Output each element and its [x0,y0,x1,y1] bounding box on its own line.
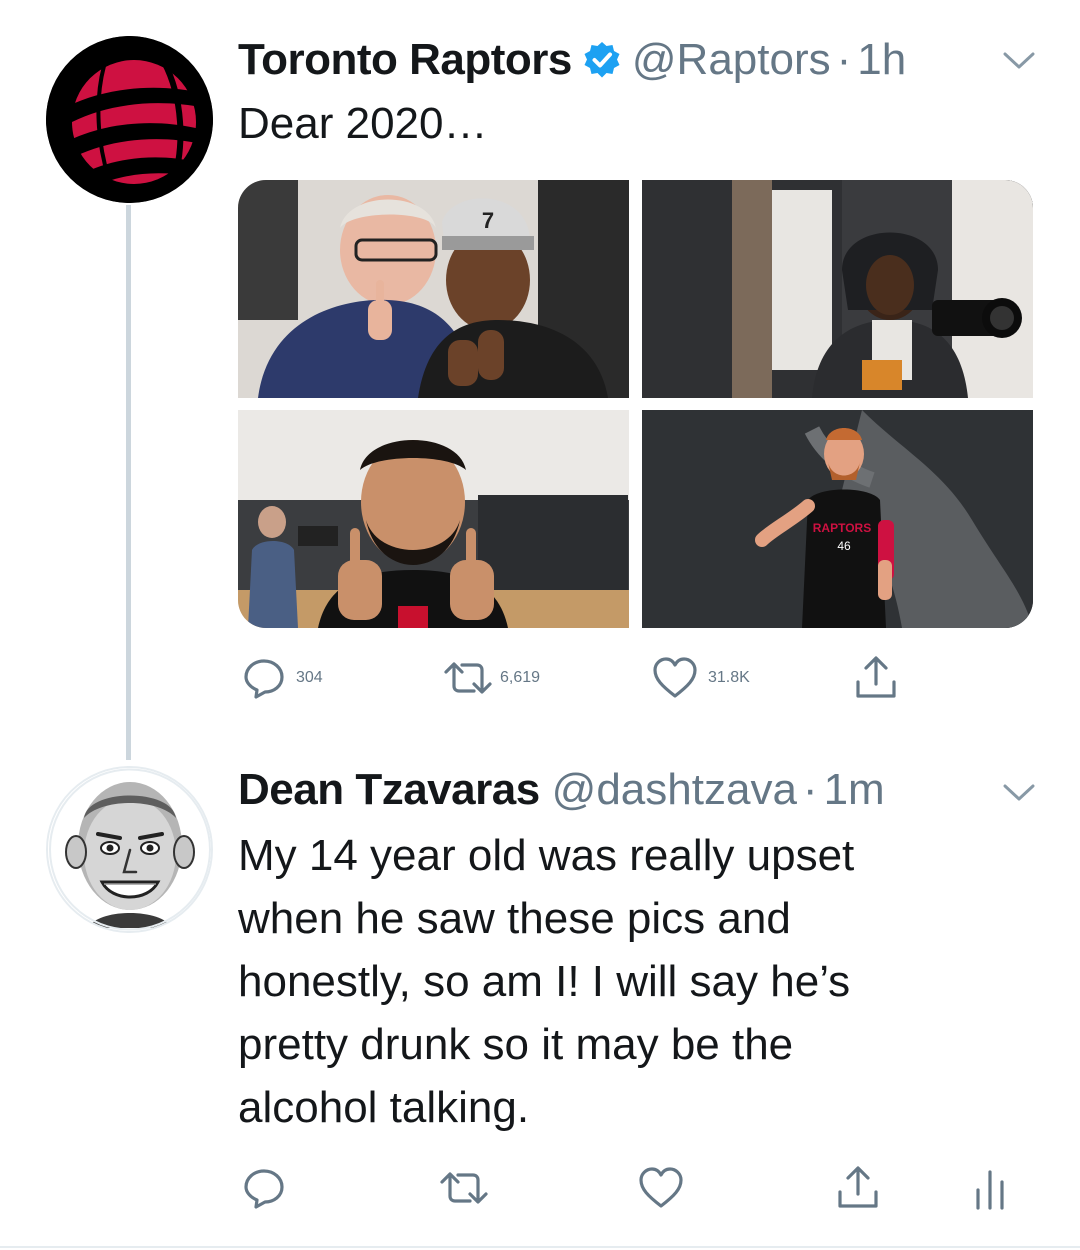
analytics-button[interactable] [970,1166,1010,1210]
caricature-avatar-icon [48,768,211,931]
reply-icon [244,1169,284,1209]
retweet-button[interactable] [436,1166,492,1210]
tweet-text-line: My 14 year old was really upset [238,831,855,880]
photo-3[interactable] [238,410,629,628]
reply-button[interactable] [242,1166,286,1210]
like-button[interactable]: 31.8K [652,656,750,700]
chevron-down-icon[interactable] [1002,782,1036,804]
like-button[interactable] [638,1166,684,1210]
reply-count: 304 [296,669,323,686]
separator-dot: · [836,35,852,84]
divider [0,1246,1080,1248]
tweet-header: Toronto Raptors @Raptors · 1h [238,30,906,90]
display-name[interactable]: Toronto Raptors [238,30,572,90]
timestamp[interactable]: 1h [857,30,906,90]
dean-avatar[interactable] [46,766,213,933]
display-name[interactable]: Dean Tzavaras [238,760,540,820]
heart-icon [653,657,697,698]
thread-connector-line [126,205,131,760]
tweet-text-line: pretty drunk so it may be the [238,1020,794,1069]
photo-3-scene [238,410,629,628]
retweet-count: 6,619 [500,669,541,686]
heart-icon [639,1167,683,1208]
like-count: 31.8K [708,669,750,686]
tweet-text: My 14 year old was really upset when he … [238,824,998,1139]
tweet-header: Dean Tzavaras @dashtzava · 1m [238,760,885,820]
photo-1[interactable]: 7 [238,180,629,398]
tweet-text: Dear 2020… [238,99,488,148]
retweet-button[interactable]: 6,619 [440,656,540,700]
svg-text:7: 7 [482,208,494,233]
share-button[interactable] [834,1164,882,1212]
photo-2-scene [642,180,1033,398]
media-grid: 7 RAPTORS 46 [238,180,1033,628]
analytics-icon [976,1170,1004,1210]
photo-4-scene: RAPTORS 46 [642,410,1033,628]
share-icon [856,656,896,698]
raptors-avatar[interactable] [46,36,213,203]
share-button[interactable] [852,654,900,702]
photo-1-scene: 7 [238,180,629,398]
user-handle[interactable]: @dashtzava [552,760,797,820]
reply-icon [244,659,284,699]
tweet-text-line: when he saw these pics and [238,894,791,943]
verified-badge-icon [582,36,622,78]
tweet-text-line: honestly, so am I! I will say he’s [238,957,851,1006]
chevron-down-icon[interactable] [1002,50,1036,72]
retweet-icon [444,662,492,694]
reply-button[interactable]: 304 [242,656,323,700]
photo-4[interactable]: RAPTORS 46 [642,410,1033,628]
photo-2[interactable] [642,180,1033,398]
user-handle[interactable]: @Raptors [632,30,831,90]
svg-text:RAPTORS: RAPTORS [813,521,871,535]
raptors-logo-icon [46,36,213,203]
tweet-raptors[interactable]: Toronto Raptors @Raptors · 1h Dear 2020… [0,0,1080,760]
tweet-text-line: alcohol talking. [238,1083,530,1132]
timestamp[interactable]: 1m [824,760,885,820]
separator-dot: · [802,765,818,814]
retweet-icon [440,1172,488,1204]
share-icon [838,1166,878,1208]
svg-text:46: 46 [837,539,851,553]
tweet-dean[interactable]: Dean Tzavaras @dashtzava · 1m My 14 year… [0,760,1080,1250]
